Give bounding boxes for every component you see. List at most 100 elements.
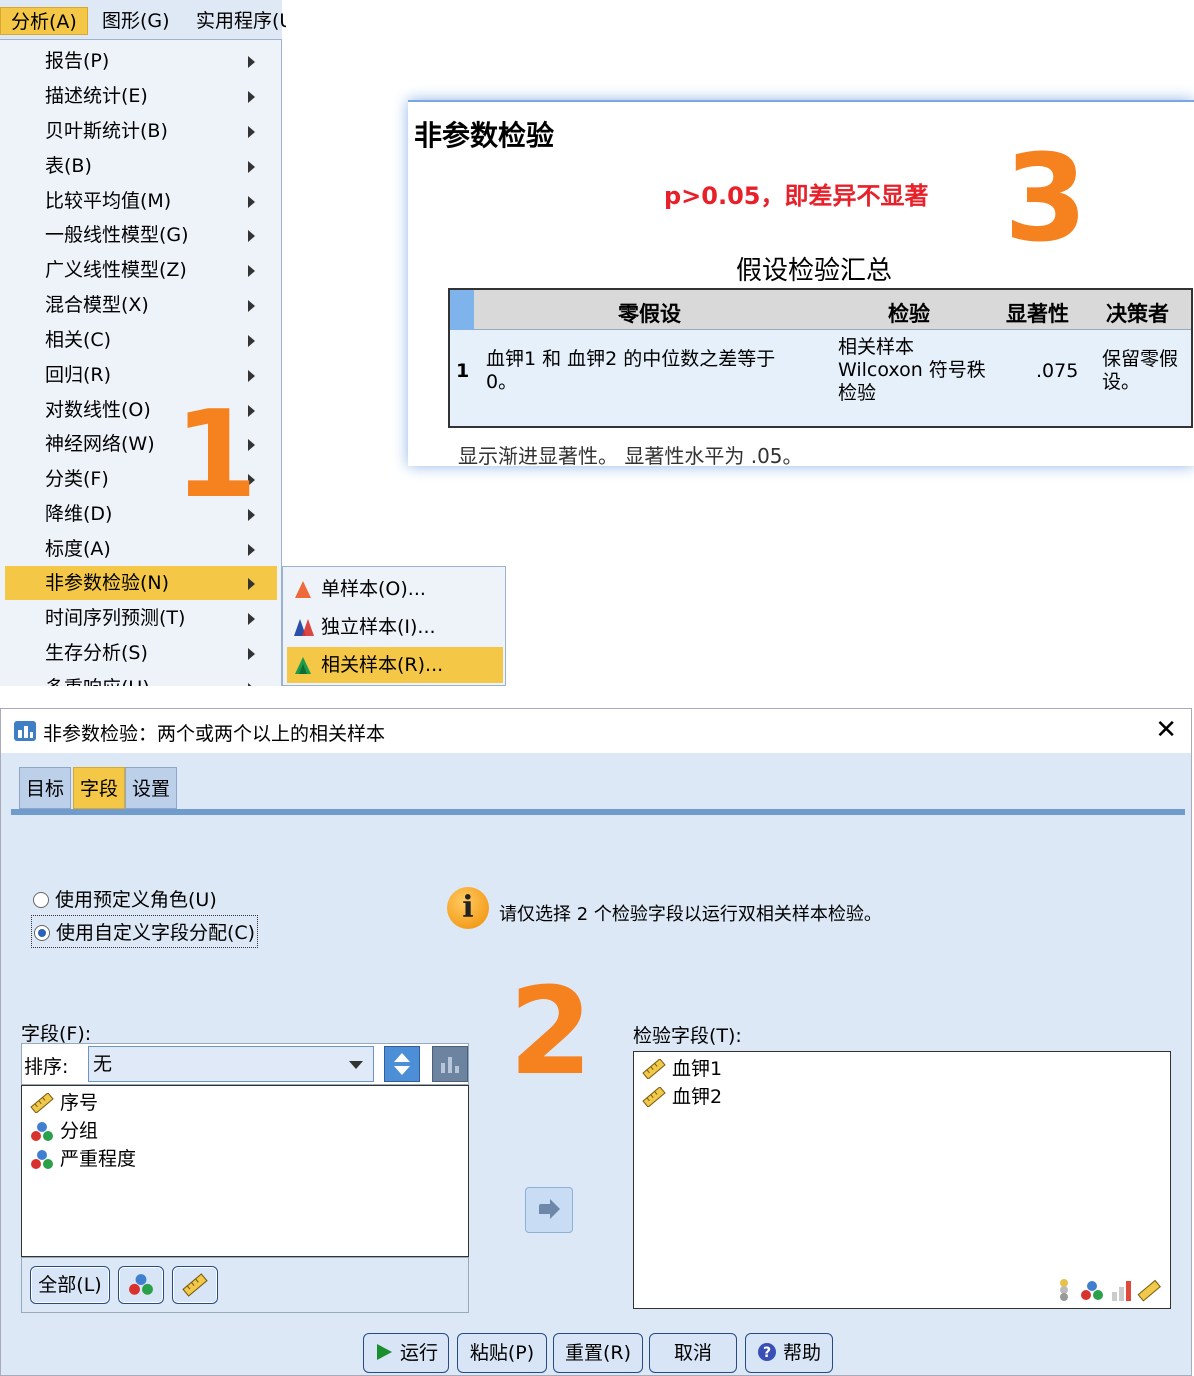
result-footer: 显示渐进显著性。 显著性水平为 .05。 <box>458 444 803 468</box>
menu-item-label: 广义线性模型(Z) <box>45 259 187 281</box>
menu-utilities[interactable]: 实用程序(U <box>186 7 286 35</box>
submenu-item-independent-samples[interactable]: 独立样本(I)... <box>287 609 503 645</box>
menu-analyze[interactable]: 分析(A) <box>0 7 88 35</box>
menu-item-scale[interactable]: 标度(A) <box>5 532 277 566</box>
field-label: 分组 <box>60 1120 99 1142</box>
svg-text:?: ? <box>763 1345 771 1361</box>
arrow-right-icon <box>539 1199 560 1219</box>
select-all-button[interactable]: 全部(L) <box>30 1266 110 1304</box>
menu-item-mixed-models[interactable]: 混合模型(X) <box>5 288 277 322</box>
submenu-arrow-icon <box>248 196 255 208</box>
menu-item-tables[interactable]: 表(B) <box>5 149 277 183</box>
submenu-arrow-icon <box>248 683 255 686</box>
menu-item-generalized-linear[interactable]: 广义线性模型(Z) <box>5 253 277 287</box>
submenu-arrow-icon <box>248 544 255 556</box>
menu-item-label: 回归(R) <box>45 364 112 386</box>
tab-fields[interactable]: 字段 <box>73 767 126 809</box>
select-scale-button[interactable] <box>172 1266 218 1304</box>
select-nominal-button[interactable] <box>118 1266 164 1304</box>
radio-label: 使用预定义角色(U) <box>55 889 217 911</box>
paste-button[interactable]: 粘贴(P) <box>457 1333 547 1373</box>
dialog-title: 非参数检验：两个或两个以上的相关样本 <box>43 723 386 745</box>
run-button[interactable]: 运行 <box>363 1333 449 1373</box>
menu-item-multiple-response[interactable]: 多重响应(U) <box>5 671 277 686</box>
submenu-arrow-icon <box>248 91 255 103</box>
table-corner <box>450 290 474 330</box>
menu-item-label: 标度(A) <box>45 538 111 560</box>
table-header: 零假设 检验 显著性 决策者 <box>450 290 1191 330</box>
cell-decision: 保留零假设。 <box>1102 348 1179 393</box>
app-icon <box>14 721 36 741</box>
list-item[interactable]: 血钾1 <box>642 1056 722 1082</box>
submenu-item-label: 相关样本(R)... <box>321 654 444 676</box>
radio-custom-assignments[interactable]: 使用自定义字段分配(C) <box>31 915 259 948</box>
help-icon: ? <box>757 1343 776 1361</box>
submenu-item-related-samples[interactable]: 相关样本(R)... <box>287 647 503 683</box>
significance-note: p>0.05，即差异不显著 <box>664 182 929 210</box>
nominal-icon <box>31 1122 53 1141</box>
step-number-2: 2 <box>509 963 593 1102</box>
close-icon[interactable]: ✕ <box>1155 715 1177 745</box>
row-index: 1 <box>456 360 470 382</box>
submenu-item-one-sample[interactable]: 单样本(O)... <box>287 571 503 607</box>
tab-objective[interactable]: 目标 <box>19 767 72 809</box>
sort-order-button[interactable] <box>384 1046 420 1082</box>
header-decision: 决策者 <box>1106 301 1169 326</box>
menu-item-descriptives[interactable]: 描述统计(E) <box>5 79 277 113</box>
one-sample-icon <box>295 581 311 598</box>
tab-settings[interactable]: 设置 <box>125 767 178 809</box>
menu-item-survival[interactable]: 生存分析(S) <box>5 636 277 670</box>
list-item[interactable]: 分组 <box>30 1118 98 1144</box>
nominal-icon <box>31 1150 53 1169</box>
field-label: 序号 <box>60 1092 99 1114</box>
move-field-button[interactable] <box>525 1187 573 1233</box>
fields-label: 字段(F): <box>21 1023 92 1045</box>
independent-samples-icon <box>294 619 314 636</box>
sort-dropdown[interactable]: 无 <box>88 1046 374 1082</box>
menu-graphs[interactable]: 图形(G) <box>92 7 180 35</box>
list-item[interactable]: 序号 <box>30 1090 98 1116</box>
dialog-titlebar: 非参数检验：两个或两个以上的相关样本 ✕ <box>1 709 1191 753</box>
menu-item-label: 非参数检验(N) <box>45 572 170 594</box>
menu-item-forecasting[interactable]: 时间序列预测(T) <box>5 601 277 635</box>
menu-item-nonparametric[interactable]: 非参数检验(N) <box>5 566 277 600</box>
menu-item-label: 一般线性模型(G) <box>45 224 189 246</box>
submenu-arrow-icon <box>248 613 255 625</box>
menu-item-bayesian[interactable]: 贝叶斯统计(B) <box>5 114 277 148</box>
test-fields-list[interactable]: 血钾1 血钾2 <box>633 1051 1171 1309</box>
sort-options-button[interactable] <box>432 1046 468 1082</box>
menu-item-label: 分类(F) <box>45 468 109 490</box>
hypothesis-table-title: 假设检验汇总 <box>736 256 893 286</box>
menu-item-correlate[interactable]: 相关(C) <box>5 323 277 357</box>
submenu-arrow-icon <box>248 265 255 277</box>
field-label: 血钾1 <box>672 1058 723 1080</box>
fields-list[interactable]: 序号 分组 严重程度 <box>21 1085 469 1257</box>
menu-item-compare-means[interactable]: 比较平均值(M) <box>5 184 277 218</box>
submenu-arrow-icon <box>248 161 255 173</box>
menu-item-glm[interactable]: 一般线性模型(G) <box>5 218 277 252</box>
analyze-menu: 报告(P) 描述统计(E) 贝叶斯统计(B) 表(B) 比较平均值(M) 一般线… <box>0 40 282 686</box>
help-button[interactable]: ? 帮助 <box>745 1333 833 1373</box>
info-icon: i <box>447 887 489 929</box>
submenu-arrow-icon <box>248 300 255 312</box>
measurement-level-icons <box>1060 1279 1161 1302</box>
menu-item-label: 报告(P) <box>45 50 110 72</box>
info-message: 请仅选择 2 个检验字段以运行双相关样本检验。 <box>499 904 882 925</box>
radio-predefined-roles[interactable]: 使用预定义角色(U) <box>33 885 217 912</box>
cancel-button[interactable]: 取消 <box>649 1333 737 1373</box>
sort-bar: 排序: 无 <box>21 1043 469 1085</box>
help-label: 帮助 <box>783 1342 822 1364</box>
cell-significance: .075 <box>1036 360 1079 382</box>
radio-button-icon <box>33 892 49 908</box>
sort-options-icon <box>441 1057 459 1073</box>
field-label: 血钾2 <box>672 1086 723 1108</box>
menu-item-reports[interactable]: 报告(P) <box>5 44 277 78</box>
submenu-arrow-icon <box>248 230 255 242</box>
list-item[interactable]: 严重程度 <box>30 1146 136 1172</box>
menu-item-label: 贝叶斯统计(B) <box>45 120 168 142</box>
field-filter-bar: 全部(L) <box>21 1257 469 1313</box>
step-number-3: 3 <box>1004 130 1088 269</box>
reset-button[interactable]: 重置(R) <box>553 1333 643 1373</box>
list-item[interactable]: 血钾2 <box>642 1084 722 1110</box>
submenu-arrow-icon <box>248 578 255 590</box>
